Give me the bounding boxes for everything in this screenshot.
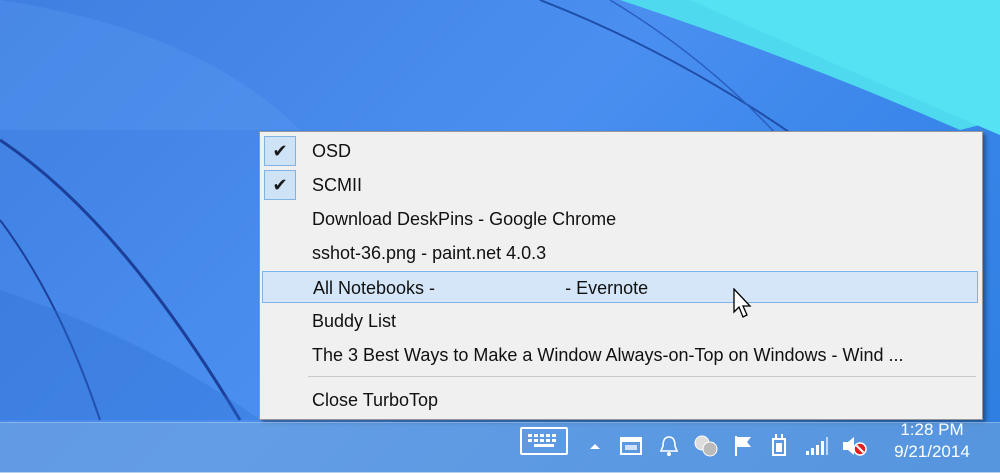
signal-bars-icon[interactable] [804,431,830,461]
taskbar: 1:28 PM 9/21/2014 [0,420,1000,473]
menu-item-scmii[interactable]: ✔ SCMII [262,169,978,201]
window-icon[interactable] [618,431,644,461]
mouse-pointer-icon [733,288,752,318]
clock-date: 9/21/2014 [894,442,970,461]
menu-item-chrome-window[interactable]: Download DeskPins - Google Chrome [262,203,978,235]
system-clock[interactable]: 1:28 PM 9/21/2014 [864,420,1000,473]
menu-item-label: OSD [312,141,352,161]
checkmark-icon: ✔ [264,170,296,200]
clock-time: 1:28 PM [900,420,964,439]
menu-item-label: SCMII [312,175,363,195]
menu-item-label: Download DeskPins - Google Chrome [312,209,617,229]
menu-item-paintnet-window[interactable]: sshot-36.png - paint.net 4.0.3 [262,237,978,269]
power-plug-icon[interactable] [766,431,792,461]
menu-item-label: sshot-36.png - paint.net 4.0.3 [312,243,547,263]
menu-separator [308,376,976,377]
flag-icon[interactable] [730,431,756,461]
menu-item-evernote-window[interactable]: All Notebooks - - Evernote [262,271,978,303]
menu-item-article-window[interactable]: The 3 Best Ways to Make a Window Always-… [262,339,978,371]
menu-item-label: The 3 Best Ways to Make a Window Always-… [312,345,904,365]
keyboard-icon[interactable] [520,427,568,455]
menu-item-osd[interactable]: ✔ OSD [262,135,978,167]
menu-item-buddy-list[interactable]: Buddy List [262,305,978,337]
menu-item-label: Buddy List [312,311,397,331]
turbotop-context-menu: ✔ OSD ✔ SCMII Download DeskPins - Google… [259,131,983,420]
chat-icon[interactable] [692,431,720,461]
chevron-up-icon[interactable] [586,431,604,461]
menu-item-label: Close TurboTop [312,390,439,410]
menu-item-label: All Notebooks - - Evernote [313,278,649,298]
menu-item-close-turbotop[interactable]: Close TurboTop [262,384,978,416]
checkmark-icon: ✔ [264,136,296,166]
bell-icon[interactable] [656,431,682,461]
